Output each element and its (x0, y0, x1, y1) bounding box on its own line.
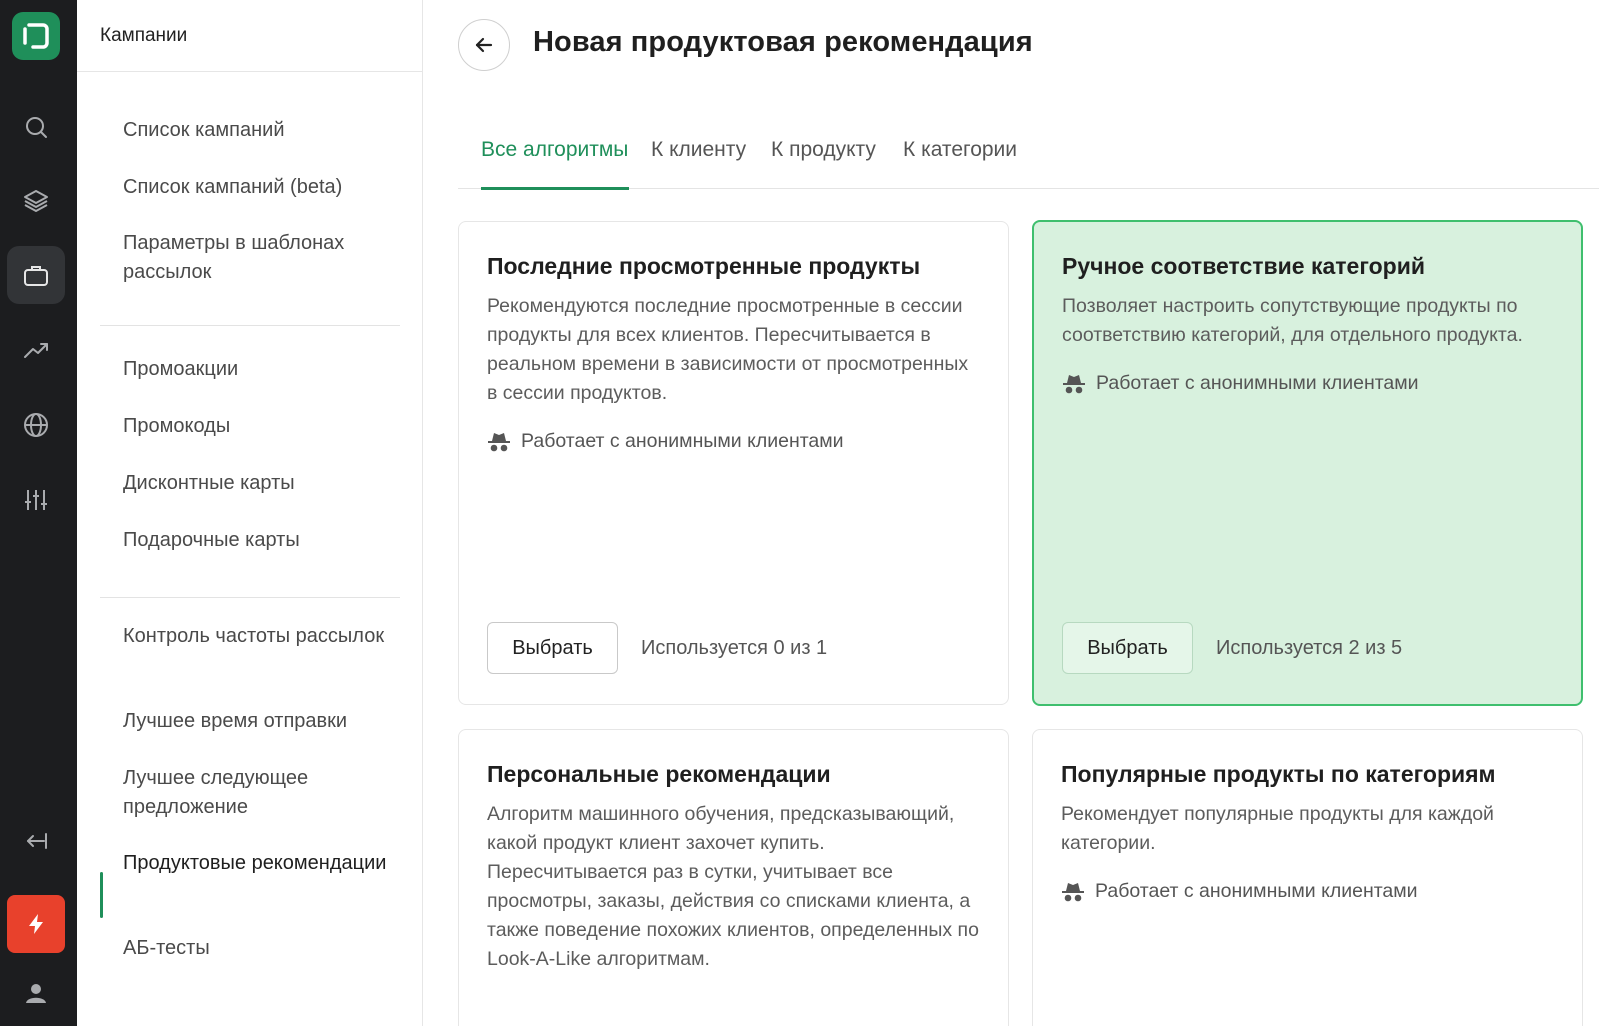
bolt-icon[interactable] (7, 895, 65, 953)
tab-to-product[interactable]: К продукту (771, 138, 876, 162)
incognito-icon (1062, 882, 1084, 901)
layers-icon[interactable] (7, 171, 65, 229)
sidebar-item-gift-cards[interactable]: Подарочные карты (123, 526, 393, 555)
algorithm-card-popular-by-category[interactable]: Популярные продукты по категориям Рекоме… (1032, 729, 1583, 1026)
card-title: Персональные рекомендации (487, 761, 831, 787)
anonymous-label: Работает с анонимными клиентами (521, 430, 844, 452)
briefcase-icon[interactable] (7, 246, 65, 304)
sidebar-item-best-send-time[interactable]: Лучшее время отправки (123, 707, 393, 736)
card-title: Популярные продукты по категориям (1061, 761, 1496, 787)
trending-up-icon[interactable] (7, 321, 65, 379)
logo-icon[interactable] (12, 12, 60, 60)
sliders-icon[interactable] (7, 471, 65, 529)
anonymous-label: Работает с анонимными клиентами (1096, 372, 1419, 394)
icon-rail (0, 0, 77, 1026)
sidebar-item-promocodes[interactable]: Промокоды (123, 412, 393, 441)
globe-icon[interactable] (7, 396, 65, 454)
card-description: Рекомендуются последние просмотренные в … (487, 295, 969, 404)
card-description: Рекомендует популярные продукты для кажд… (1061, 803, 1494, 854)
page-title: Новая продуктовая рекомендация (533, 26, 1033, 58)
anonymous-label: Работает с анонимными клиентами (1095, 880, 1418, 902)
sidebar-item-product-recommendations[interactable]: Продуктовые рекомендации (123, 849, 393, 878)
sidebar-item-promotions[interactable]: Промоакции (123, 355, 393, 384)
sidebar-item-campaign-list[interactable]: Список кампаний (123, 116, 393, 145)
tab-active-underline (481, 187, 629, 190)
tab-to-category[interactable]: К категории (903, 138, 1017, 162)
sidebar-item-next-best-offer[interactable]: Лучшее следующее предложение (123, 764, 393, 822)
search-icon[interactable] (7, 98, 65, 156)
active-indicator (100, 872, 103, 918)
sidebar-item-campaign-list-beta[interactable]: Список кампаний (beta) (123, 173, 393, 202)
nav-divider (100, 597, 400, 598)
sidebar: Кампании Список кампаний Список кампаний… (77, 0, 423, 1026)
incognito-icon (488, 432, 510, 451)
card-title: Ручное соответствие категорий (1062, 253, 1426, 279)
card-description: Алгоритм машинного обучения, предсказыва… (487, 803, 979, 970)
card-footer: Выбрать Используется 0 из 1 (487, 622, 827, 674)
sidebar-item-ab-tests[interactable]: АБ-тесты (123, 934, 393, 963)
tab-to-client[interactable]: К клиенту (651, 138, 746, 162)
sidebar-title: Кампании (77, 0, 422, 72)
incognito-icon (1063, 374, 1085, 393)
user-icon[interactable] (7, 964, 65, 1022)
anonymous-support: Работает с анонимными клиентами (1062, 372, 1553, 395)
algorithm-card-manual-category-match[interactable]: Ручное соответствие категорий Позволяет … (1032, 220, 1583, 706)
tab-bar: Все алгоритмы К клиенту К продукту К кат… (458, 128, 1599, 190)
sidebar-item-template-params[interactable]: Параметры в шаблонах рассылок (123, 229, 393, 287)
usage-count: Используется 2 из 5 (1216, 636, 1403, 659)
card-footer: Выбрать Используется 2 из 5 (1062, 622, 1402, 674)
algorithm-card-recently-viewed[interactable]: Последние просмотренные продукты Рекомен… (458, 221, 1009, 705)
card-title: Последние просмотренные продукты (487, 253, 921, 279)
select-button[interactable]: Выбрать (487, 622, 618, 674)
anonymous-support: Работает с анонимными клиентами (487, 430, 980, 453)
tab-all-algorithms[interactable]: Все алгоритмы (481, 138, 628, 162)
app-window: Кампании Список кампаний Список кампаний… (0, 0, 1599, 1026)
anonymous-support: Работает с анонимными клиентами (1061, 880, 1554, 903)
collapse-icon[interactable] (7, 812, 65, 870)
usage-count: Используется 0 из 1 (641, 636, 828, 659)
algorithm-card-personal[interactable]: Персональные рекомендации Алгоритм машин… (458, 729, 1009, 1026)
card-description: Позволяет настроить сопутствующие продук… (1062, 295, 1523, 346)
main-content: Новая продуктовая рекомендация Все алгор… (424, 0, 1599, 1026)
arrow-left-icon (475, 37, 493, 53)
back-button[interactable] (458, 19, 510, 71)
sidebar-item-discount-cards[interactable]: Дисконтные карты (123, 469, 393, 498)
select-button[interactable]: Выбрать (1062, 622, 1193, 674)
sidebar-item-frequency-control[interactable]: Контроль частоты рассылок (123, 622, 393, 651)
nav-divider (100, 325, 400, 326)
